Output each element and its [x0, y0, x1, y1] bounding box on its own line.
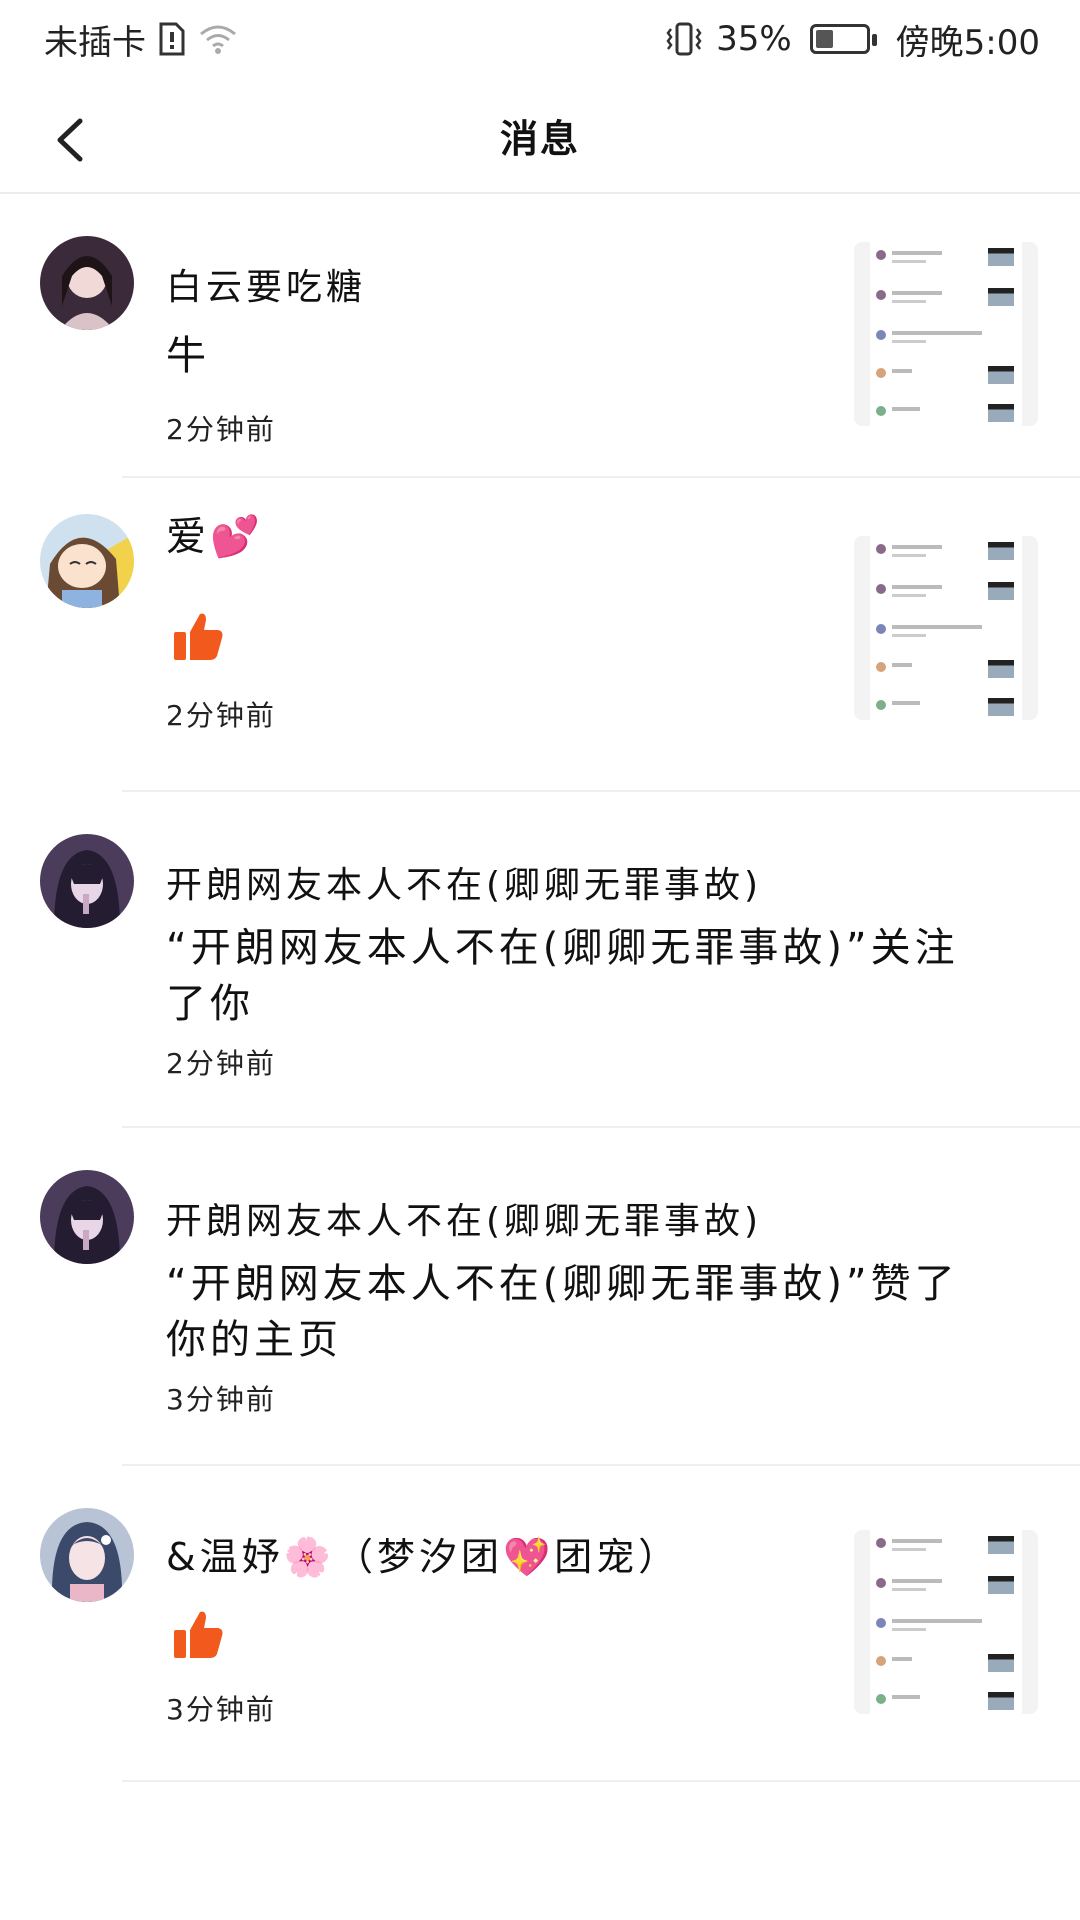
chevron-left-icon	[57, 118, 83, 162]
message-text: 牛	[166, 333, 210, 379]
message-time: 3分钟前	[166, 1383, 276, 1416]
post-thumbnail[interactable]	[854, 1530, 1038, 1714]
message-item[interactable]: 爱💕 2分钟前	[0, 478, 1080, 792]
message-time: 2分钟前	[166, 699, 276, 732]
message-item[interactable]: &温妤🌸（梦汐团💖团宠） 3分钟前	[0, 1466, 1080, 1782]
message-item[interactable]: 开朗网友本人不在(卿卿无罪事故) “开朗网友本人不在(卿卿无罪事故)”关注了你 …	[0, 792, 1080, 1128]
sender-name[interactable]: 开朗网友本人不在(卿卿无罪事故)	[166, 856, 762, 908]
page-title: 消息	[499, 116, 580, 161]
message-time: 2分钟前	[166, 413, 276, 446]
avatar[interactable]	[40, 1508, 134, 1602]
message-item[interactable]: 开朗网友本人不在(卿卿无罪事故) “开朗网友本人不在(卿卿无罪事故)”赞了你的主…	[0, 1128, 1080, 1466]
page-header: 消息	[0, 78, 1080, 194]
sender-name[interactable]: &温妤🌸（梦汐团💖团宠）	[166, 1526, 680, 1581]
carrier-label: 未插卡	[44, 22, 146, 63]
message-text: “开朗网友本人不在(卿卿无罪事故)”关注了你	[166, 925, 959, 1027]
wifi-icon	[198, 22, 238, 56]
message-list: 白云要吃糖 牛 2分钟前 爱💕 2分钟前 开朗网友本人不在(卿卿无罪事故) “开…	[0, 196, 1080, 1782]
battery-percent: 35%	[716, 19, 792, 59]
clock: 傍晚5:00	[895, 22, 1040, 63]
avatar[interactable]	[40, 1170, 134, 1264]
sender-name[interactable]: 爱💕	[166, 504, 264, 562]
sim-card-icon	[158, 22, 186, 56]
sender-name[interactable]: 开朗网友本人不在(卿卿无罪事故)	[166, 1192, 762, 1244]
post-thumbnail[interactable]	[854, 242, 1038, 426]
status-bar: 未插卡 35% 傍晚5:00	[0, 0, 1080, 78]
thumbs-up-icon	[170, 608, 226, 668]
message-time: 2分钟前	[166, 1047, 276, 1080]
avatar[interactable]	[40, 514, 134, 608]
avatar[interactable]	[40, 834, 134, 928]
sender-name[interactable]: 白云要吃糖	[166, 258, 366, 310]
thumbs-up-icon	[170, 1606, 226, 1666]
battery-icon	[809, 24, 877, 54]
avatar[interactable]	[40, 236, 134, 330]
message-item[interactable]: 白云要吃糖 牛 2分钟前	[0, 196, 1080, 478]
message-time: 3分钟前	[166, 1693, 276, 1726]
vibrate-icon	[664, 21, 704, 57]
back-button[interactable]	[30, 100, 110, 180]
post-thumbnail[interactable]	[854, 536, 1038, 720]
battery-level	[815, 30, 833, 48]
message-text: “开朗网友本人不在(卿卿无罪事故)”赞了你的主页	[166, 1261, 959, 1363]
